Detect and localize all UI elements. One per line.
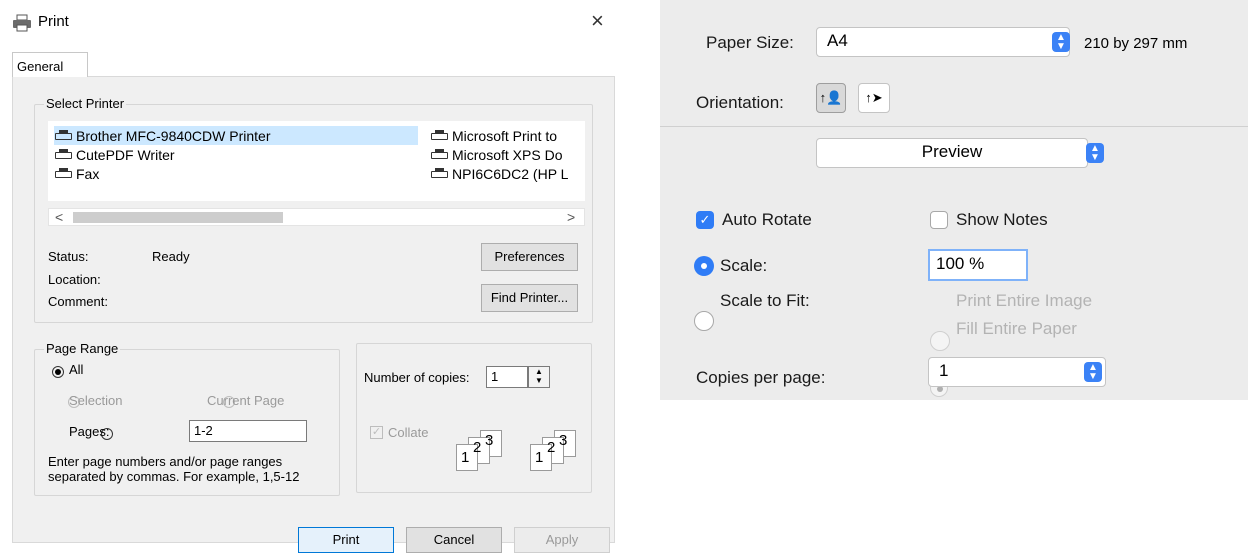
printer-item-ms-print-to-pdf[interactable]: Microsoft Print to	[430, 126, 557, 145]
collate-stack-icon: 3 2 1	[454, 430, 522, 471]
printer-name: NPI6C6DC2 (HP L	[452, 165, 569, 182]
portrait-orientation-button[interactable]: ↑👤	[816, 83, 846, 113]
printer-item-npi[interactable]: NPI6C6DC2 (HP L	[430, 164, 568, 183]
preferences-button[interactable]: Preferences	[481, 243, 578, 271]
pages-label: Pages:	[69, 424, 110, 439]
collate-label: Collate	[388, 425, 429, 440]
print-button[interactable]: Print	[298, 527, 394, 553]
printer-icon	[13, 14, 31, 32]
printer-item-brother[interactable]: Brother MFC-9840CDW Printer	[54, 126, 418, 145]
all-label: All	[69, 362, 84, 377]
printer-name: CutePDF Writer	[76, 146, 175, 163]
location-label: Location:	[48, 272, 101, 287]
copies-spinner[interactable]: ▲ ▼	[528, 366, 550, 388]
scroll-left-icon[interactable]: <	[55, 209, 63, 225]
fax-icon	[54, 167, 74, 180]
tab-general[interactable]: General	[12, 52, 88, 77]
stack-digit: 2	[547, 439, 556, 456]
scroll-right-icon[interactable]: >	[567, 209, 575, 225]
collate-checkbox[interactable]: ✓	[370, 426, 383, 439]
printer-item-ms-xps[interactable]: Microsoft XPS Do	[430, 145, 562, 164]
updown-chevron-icon[interactable]: ▲ ▼	[1052, 32, 1070, 52]
preview-value: Preview	[921, 142, 983, 161]
select-printer-label: Select Printer	[44, 96, 127, 111]
page-range-hint: Enter page numbers and/or page ranges se…	[48, 454, 300, 484]
printer-name: Fax	[76, 165, 100, 182]
scale-input[interactable]: 100 %	[928, 249, 1028, 281]
printer-icon	[430, 129, 450, 142]
copies-per-page-select[interactable]: 1	[928, 357, 1106, 387]
show-notes-label: Show Notes	[956, 210, 1048, 229]
updown-chevron-icon[interactable]: ▲ ▼	[1084, 362, 1102, 382]
orientation-label: Orientation:	[696, 93, 784, 112]
preview-select[interactable]: Preview	[816, 138, 1088, 168]
printer-list-scrollbar[interactable]: < >	[48, 208, 585, 226]
mac-print-panel: Paper Size: A4 ▲ ▼ 210 by 297 mm Orientat…	[660, 0, 1248, 400]
show-notes-checkbox[interactable]	[930, 211, 948, 229]
paper-size-label: Paper Size:	[706, 33, 794, 52]
printer-name: Microsoft Print to	[452, 127, 558, 144]
status-label: Status:	[48, 249, 89, 264]
printer-icon	[430, 148, 450, 161]
paper-size-dimensions: 210 by 297 mm	[1084, 35, 1188, 52]
collate-stack-icon: 3 2 1	[528, 430, 588, 471]
fill-entire-paper-label: Fill Entire Paper	[956, 319, 1077, 338]
stack-digit: 2	[473, 439, 482, 456]
scale-radio[interactable]	[694, 256, 714, 276]
divider	[660, 126, 1248, 127]
page-range-label: Page Range	[44, 341, 121, 356]
current-page-label: Current Page	[207, 393, 285, 408]
selection-label: Selection	[69, 393, 123, 408]
apply-button[interactable]: Apply	[514, 527, 610, 553]
paper-size-select[interactable]: A4	[816, 27, 1070, 57]
scale-label: Scale:	[720, 256, 768, 275]
auto-rotate-label: Auto Rotate	[722, 210, 812, 229]
scale-to-fit-radio[interactable]	[694, 311, 714, 331]
network-printer-icon	[54, 129, 74, 142]
copies-input[interactable]: 1	[486, 366, 528, 388]
paper-size-value: A4	[827, 31, 848, 50]
comment-label: Comment:	[48, 294, 108, 309]
windows-print-dialog: Print × General Select Printer Brother M…	[0, 0, 624, 555]
scale-to-fit-label: Scale to Fit:	[720, 291, 810, 310]
status-value: Ready	[152, 249, 190, 264]
printer-item-fax[interactable]: Fax	[54, 164, 99, 183]
pages-input[interactable]: 1-2	[189, 420, 307, 442]
printer-name: Brother MFC-9840CDW Printer	[76, 127, 271, 144]
dialog-title: Print	[38, 13, 69, 30]
stack-digit: 1	[535, 449, 544, 466]
copies-label: Number of copies:	[364, 370, 470, 385]
copies-per-page-value: 1	[939, 361, 949, 380]
stack-digit: 3	[559, 432, 568, 449]
find-printer-button[interactable]: Find Printer...	[481, 284, 578, 312]
print-entire-image-radio[interactable]	[930, 331, 950, 351]
stack-digit: 1	[461, 449, 470, 466]
landscape-orientation-button[interactable]: ↑➤	[858, 83, 890, 113]
printer-icon	[430, 167, 450, 180]
scrollbar-thumb[interactable]	[73, 212, 283, 223]
cancel-button[interactable]: Cancel	[406, 527, 502, 553]
printer-list[interactable]: Brother MFC-9840CDW Printer CutePDF Writ…	[48, 121, 585, 201]
portrait-icon: ↑👤	[819, 90, 843, 105]
landscape-icon: ↑➤	[865, 90, 883, 105]
copies-per-page-label: Copies per page:	[696, 368, 826, 387]
printer-name: Microsoft XPS Do	[452, 146, 563, 163]
auto-rotate-checkbox[interactable]: ✓	[696, 211, 714, 229]
printer-item-cutepdf[interactable]: CutePDF Writer	[54, 145, 175, 164]
all-radio[interactable]	[52, 366, 64, 378]
updown-chevron-icon[interactable]: ▲ ▼	[1086, 143, 1104, 163]
stack-digit: 3	[485, 432, 494, 449]
close-icon[interactable]: ×	[591, 10, 604, 32]
print-entire-image-label: Print Entire Image	[956, 291, 1093, 310]
printer-icon	[54, 148, 74, 161]
